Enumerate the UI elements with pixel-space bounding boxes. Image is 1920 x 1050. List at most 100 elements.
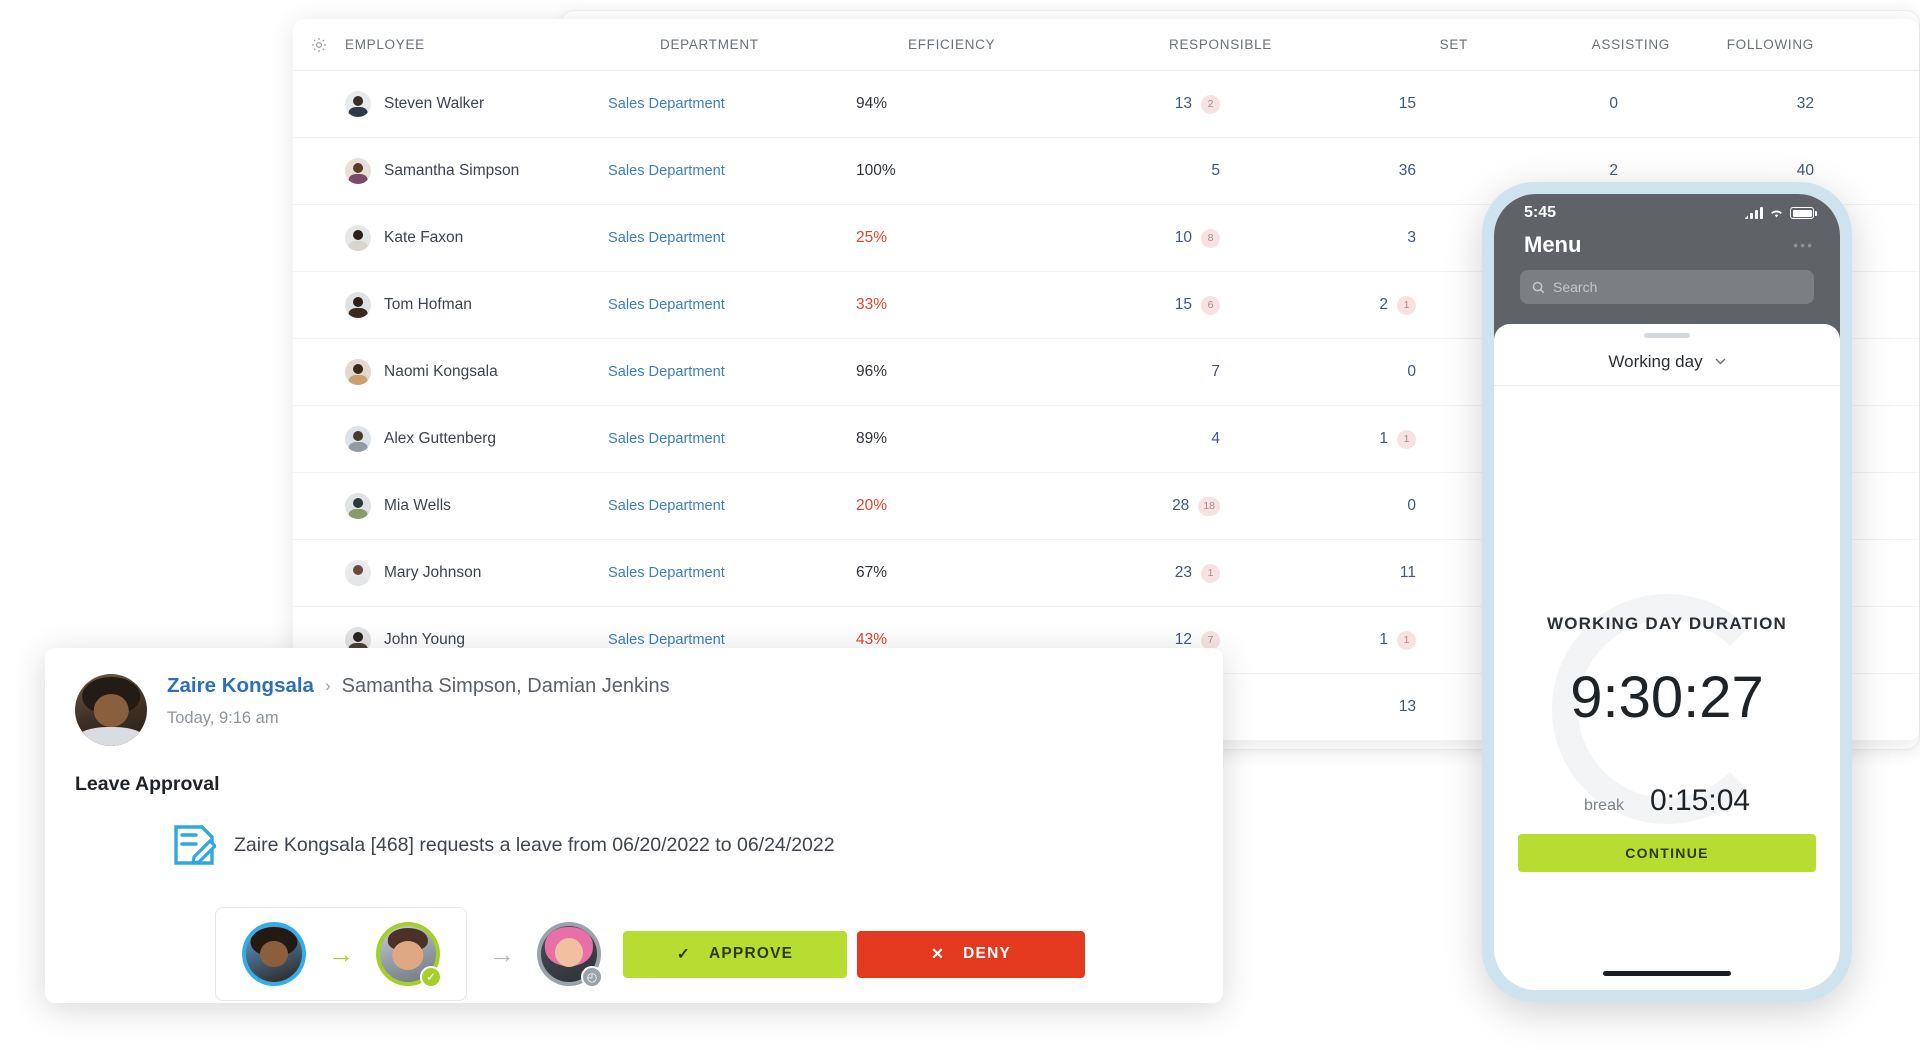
- efficiency-value: 25%: [856, 229, 887, 246]
- phone-screen: 5:45 Menu •••: [1494, 194, 1840, 990]
- phone-notch: [1582, 194, 1752, 222]
- department-link[interactable]: Sales Department: [608, 498, 725, 514]
- approval-flow-row: → ✓ → ◴ ✓ APPROVE ✕ DENY: [75, 907, 1193, 1001]
- assisting-cell-value[interactable]: 0: [1609, 95, 1618, 113]
- following-cell: 32: [1656, 95, 1919, 113]
- set-cell-value[interactable]: 0: [1407, 497, 1416, 515]
- department-cell: Sales Department: [608, 229, 856, 247]
- set-cell-value[interactable]: 13: [1399, 698, 1416, 716]
- notification-timestamp: Today, 9:16 am: [167, 709, 1193, 728]
- set-cell: 15: [1276, 95, 1466, 113]
- screenshot-root: EMPLOYEE DEPARTMENT EFFICIENCY RESPONSIB…: [0, 0, 1920, 1050]
- notification-message-row: Zaire Kongsala [468] requests a leave fr…: [75, 823, 1193, 867]
- responsible-cell: 10 8: [1071, 229, 1276, 248]
- employee-name: Steven Walker: [384, 95, 484, 113]
- approve-button[interactable]: ✓ APPROVE: [623, 931, 847, 978]
- notification-author-name[interactable]: Zaire Kongsala: [167, 674, 314, 698]
- responsible-cell-value[interactable]: 12: [1175, 631, 1192, 649]
- following-cell-value[interactable]: 32: [1797, 95, 1814, 113]
- responsible-cell-value[interactable]: 28: [1172, 497, 1189, 515]
- department-link[interactable]: Sales Department: [608, 163, 725, 179]
- responsible-cell-value[interactable]: 13: [1175, 95, 1192, 113]
- phone-search-input[interactable]: Search: [1520, 270, 1814, 304]
- set-cell-value[interactable]: 0: [1407, 363, 1416, 381]
- efficiency-value: 96%: [856, 363, 887, 380]
- set-cell: 0: [1276, 497, 1466, 515]
- column-header-employee[interactable]: EMPLOYEE: [345, 37, 660, 52]
- employee-name: Kate Faxon: [384, 229, 463, 247]
- table-header-row: EMPLOYEE DEPARTMENT EFFICIENCY RESPONSIB…: [293, 19, 1919, 71]
- department-link[interactable]: Sales Department: [608, 431, 725, 447]
- gear-icon: [310, 36, 328, 54]
- responsible-cell-badge: 2: [1201, 95, 1220, 114]
- set-cell-value[interactable]: 11: [1400, 564, 1416, 582]
- search-icon: [1532, 281, 1545, 294]
- efficiency-value: 20%: [856, 497, 887, 514]
- set-cell-value[interactable]: 15: [1399, 95, 1416, 113]
- responsible-cell-badge: 8: [1201, 229, 1220, 248]
- employee-name: Mary Johnson: [384, 564, 481, 582]
- employee-name: Naomi Kongsala: [384, 363, 498, 381]
- employee-cell[interactable]: Mia Wells: [293, 493, 608, 519]
- column-header-set[interactable]: SET: [1328, 37, 1518, 52]
- responsible-cell-value[interactable]: 10: [1175, 229, 1192, 247]
- employee-cell[interactable]: Tom Hofman: [293, 292, 608, 318]
- phone-search-placeholder: Search: [1553, 279, 1597, 295]
- column-header-following[interactable]: FOLLOWING: [1708, 37, 1919, 52]
- working-day-select[interactable]: Working day: [1494, 338, 1840, 386]
- responsible-cell: 127: [1071, 631, 1276, 650]
- department-link[interactable]: Sales Department: [608, 632, 725, 648]
- set-cell-value[interactable]: 2: [1379, 296, 1388, 314]
- department-link[interactable]: Sales Department: [608, 230, 725, 246]
- responsible-cell-value[interactable]: 4: [1211, 430, 1220, 448]
- set-cell-value[interactable]: 1: [1379, 430, 1388, 448]
- document-edit-icon: [172, 823, 216, 867]
- column-header-responsible[interactable]: RESPONSIBLE: [1123, 37, 1328, 52]
- phone-content-sheet: Working day WORKING DAY DURATION 9:30:27…: [1494, 324, 1840, 990]
- employee-name: John Young: [384, 631, 465, 649]
- break-label: break: [1584, 797, 1624, 815]
- approval-flow-box: → ✓: [215, 907, 467, 1001]
- approve-button-label: APPROVE: [709, 945, 793, 963]
- employee-cell[interactable]: Kate Faxon: [293, 225, 608, 251]
- set-cell-value[interactable]: 3: [1407, 229, 1416, 247]
- set-cell: 13: [1276, 698, 1466, 716]
- flow-status-approved-icon: ✓: [420, 966, 442, 988]
- responsible-cell-value[interactable]: 5: [1211, 162, 1220, 180]
- working-day-duration-label: WORKING DAY DURATION: [1494, 614, 1840, 634]
- employee-cell[interactable]: Samantha Simpson: [293, 158, 608, 184]
- column-header-department[interactable]: DEPARTMENT: [660, 37, 908, 52]
- notification-message-text: Zaire Kongsala [468] requests a leave fr…: [234, 834, 835, 857]
- responsible-cell-value[interactable]: 15: [1175, 296, 1192, 314]
- phone-menu-more-icon[interactable]: •••: [1793, 237, 1814, 253]
- deny-button[interactable]: ✕ DENY: [857, 931, 1085, 978]
- department-cell: Sales Department: [608, 497, 856, 515]
- set-cell-value[interactable]: 36: [1399, 162, 1416, 180]
- continue-button[interactable]: CONTINUE: [1518, 834, 1816, 872]
- efficiency-value: 100%: [856, 162, 896, 179]
- following-cell-value[interactable]: 40: [1797, 162, 1814, 180]
- responsible-cell-value[interactable]: 23: [1175, 564, 1192, 582]
- employee-cell[interactable]: Mary Johnson: [293, 560, 608, 586]
- department-link[interactable]: Sales Department: [608, 297, 725, 313]
- table-settings-button[interactable]: [293, 36, 345, 54]
- responsible-cell-value[interactable]: 7: [1211, 363, 1220, 381]
- employee-cell[interactable]: Steven Walker: [293, 91, 608, 117]
- responsible-cell: 5: [1071, 162, 1276, 180]
- column-header-assisting[interactable]: ASSISTING: [1518, 37, 1708, 52]
- efficiency-value: 33%: [856, 296, 887, 313]
- avatar: [345, 493, 371, 519]
- phone-home-indicator[interactable]: [1603, 971, 1731, 976]
- department-link[interactable]: Sales Department: [608, 364, 725, 380]
- set-cell-value[interactable]: 1: [1379, 631, 1388, 649]
- leave-approval-notification-card: Zaire Kongsala › Samantha Simpson, Damia…: [45, 648, 1223, 1003]
- column-header-efficiency[interactable]: EFFICIENCY: [908, 37, 1123, 52]
- working-day-duration-value: 9:30:27: [1494, 664, 1840, 731]
- department-link[interactable]: Sales Department: [608, 565, 725, 581]
- employee-name: Alex Guttenberg: [384, 430, 496, 448]
- assisting-cell-value[interactable]: 2: [1609, 162, 1618, 180]
- table-row[interactable]: Steven WalkerSales Department94%13215032: [293, 71, 1919, 138]
- employee-cell[interactable]: Alex Guttenberg: [293, 426, 608, 452]
- department-link[interactable]: Sales Department: [608, 96, 725, 112]
- employee-cell[interactable]: Naomi Kongsala: [293, 359, 608, 385]
